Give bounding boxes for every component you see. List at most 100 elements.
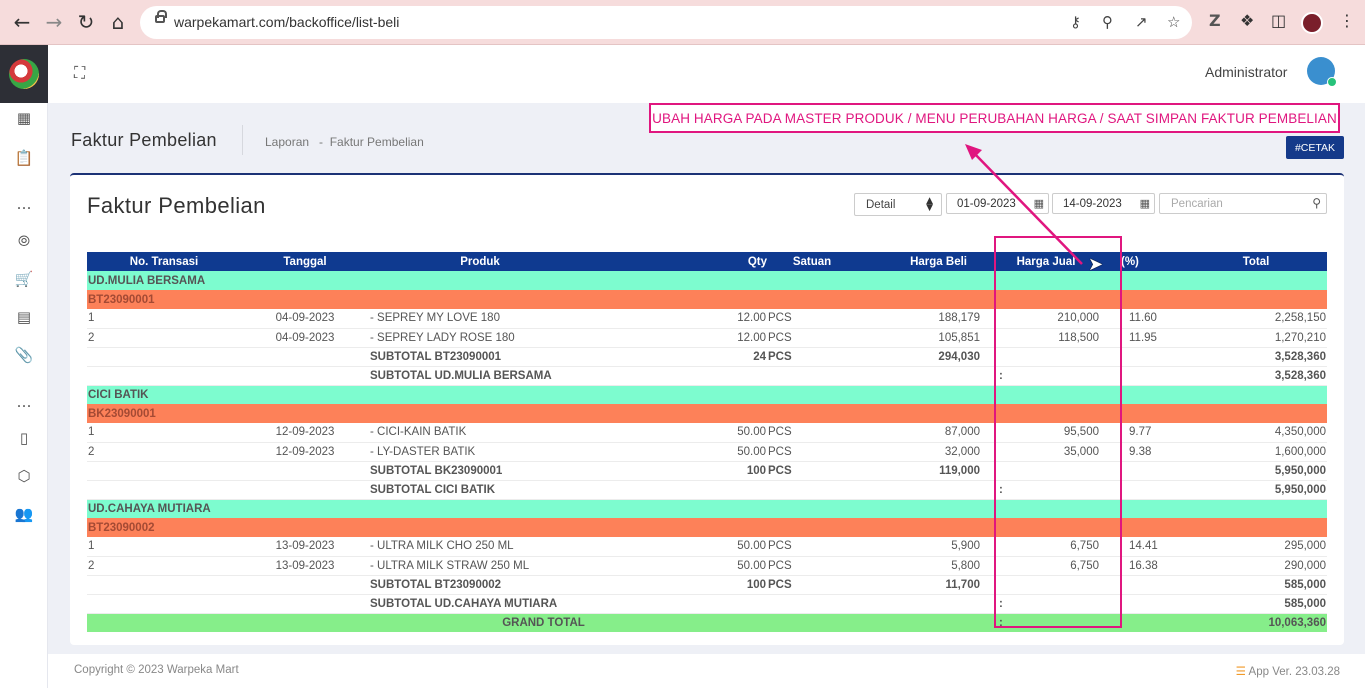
date-from-input[interactable]: 01-09-2023 ▦: [946, 193, 1049, 214]
cell-harga-jual: 95,500: [981, 423, 1111, 443]
search-icon[interactable]: ⚲: [1312, 196, 1321, 210]
back-arrow-icon[interactable]: ←: [11, 10, 33, 34]
z-extension-icon[interactable]: Z: [1209, 11, 1221, 30]
purchase-report-table: No. Transasi Tanggal Produk Qty Satuan H…: [87, 252, 1327, 632]
cell-qty: 50.00: [591, 423, 767, 443]
reload-icon[interactable]: ↻: [75, 10, 97, 34]
cell-qty: 12.00: [591, 328, 767, 348]
annotation-callout: UBAH HARGA PADA MASTER PRODUK / MENU PER…: [649, 103, 1340, 133]
profile-avatar[interactable]: [1301, 12, 1323, 34]
date-to-input[interactable]: 14-09-2023 ▦: [1052, 193, 1155, 214]
users-icon[interactable]: 👥: [12, 505, 36, 523]
select-caret-icon: ▲ ▼: [926, 196, 933, 213]
address-bar[interactable]: warpekamart.com/backoffice/list-beli ⚷ ⚲…: [140, 6, 1192, 39]
grand-total-value: 10,063,360: [1185, 613, 1327, 632]
book-icon[interactable]: ▯: [12, 429, 36, 447]
cell-harga-beli: 5,800: [857, 556, 981, 576]
cell-harga-jual: 210,000: [981, 309, 1111, 329]
paperclip-icon[interactable]: 📎: [12, 346, 36, 364]
app-logo[interactable]: [0, 45, 48, 103]
page-title: Faktur Pembelian: [71, 130, 217, 150]
key-icon[interactable]: ⚷: [1070, 13, 1081, 31]
invoice-subtotal-row: SUBTOTAL BK23090001 100 PCS 119,000 5,95…: [87, 461, 1327, 481]
cell-harga-jual: 118,500: [981, 328, 1111, 348]
url-text: warpekamart.com/backoffice/list-beli: [174, 14, 400, 30]
mouse-cursor-icon: ➤: [1088, 254, 1104, 275]
col-header[interactable]: Satuan: [767, 252, 857, 271]
col-header[interactable]: Harga Beli: [857, 252, 981, 271]
mode-select-value: Detail: [866, 199, 896, 211]
subtotal-total: 5,950,000: [1185, 480, 1327, 500]
bookmark-star-icon[interactable]: ☆: [1167, 13, 1180, 31]
forward-arrow-icon[interactable]: →: [43, 10, 65, 34]
clipboard-icon[interactable]: 📋: [12, 149, 36, 167]
cell-harga-jual: 6,750: [981, 556, 1111, 576]
more-dots-icon: …: [16, 393, 32, 411]
subtotal-qty: 24: [591, 347, 767, 367]
cell-product: - ULTRA MILK CHO 250 ML: [369, 537, 591, 557]
cell-qty: 50.00: [591, 442, 767, 462]
cell-product: - CICI-KAIN BATIK: [369, 423, 591, 443]
cell-date: 12-09-2023: [241, 423, 369, 443]
table-row: 2 13-09-2023 - ULTRA MILK STRAW 250 ML 5…: [87, 556, 1327, 576]
print-button[interactable]: #CETAK: [1286, 136, 1344, 159]
cart-icon[interactable]: 🛒: [12, 270, 36, 288]
fullscreen-icon[interactable]: ⛶: [74, 63, 90, 82]
subtotal-label: SUBTOTAL BK23090001: [369, 461, 591, 481]
subtotal-harga-beli: 11,700: [857, 575, 981, 595]
col-header[interactable]: (%): [1111, 252, 1185, 271]
date-to-value: 14-09-2023: [1063, 198, 1122, 210]
subtotal-colon: :: [981, 366, 1111, 386]
subtotal-unit: PCS: [767, 461, 857, 481]
box-icon[interactable]: ⬡: [12, 467, 36, 485]
cell-percent: 9.38: [1111, 442, 1185, 462]
col-header[interactable]: Total: [1185, 252, 1327, 271]
breadcrumb[interactable]: Laporan - Faktur Pembelian: [265, 135, 424, 149]
browser-menu-icon[interactable]: ⋮: [1339, 11, 1355, 30]
cell-total: 1,600,000: [1185, 442, 1327, 462]
home-icon[interactable]: ⌂: [107, 10, 129, 34]
table-row: 1 13-09-2023 - ULTRA MILK CHO 250 ML 50.…: [87, 537, 1327, 557]
cell-harga-jual: 35,000: [981, 442, 1111, 462]
cell-no: 1: [87, 309, 241, 329]
subtotal-unit: PCS: [767, 347, 857, 367]
share-icon[interactable]: ↗: [1135, 13, 1148, 31]
dashboard-icon[interactable]: ▦: [12, 109, 36, 127]
invoice-number: BT23090001: [87, 290, 1327, 309]
table-row: 2 04-09-2023 - SEPREY LADY ROSE 180 12.0…: [87, 328, 1327, 348]
cell-percent: 11.60: [1111, 309, 1185, 329]
cell-total: 290,000: [1185, 556, 1327, 576]
side-panel-icon[interactable]: ◫: [1271, 11, 1286, 30]
broadcast-icon[interactable]: ⦾: [12, 232, 36, 250]
cell-unit: PCS: [767, 328, 857, 348]
cell-harga-beli: 105,851: [857, 328, 981, 348]
receipt-icon[interactable]: ▤: [12, 308, 36, 326]
cell-total: 2,258,150: [1185, 309, 1327, 329]
col-header[interactable]: No. Transasi: [87, 252, 241, 271]
cell-product: - SEPREY MY LOVE 180: [369, 309, 591, 329]
supplier-name: UD.MULIA BERSAMA: [87, 271, 1327, 290]
zoom-icon[interactable]: ⚲: [1102, 13, 1113, 31]
search-input[interactable]: Pencarian ⚲: [1159, 193, 1327, 214]
lock-icon: [155, 10, 167, 23]
calendar-icon[interactable]: ▦: [1034, 197, 1044, 210]
cell-product: - ULTRA MILK STRAW 250 ML: [369, 556, 591, 576]
footer: Copyright © 2023 Warpeka Mart ☰ App Ver.…: [48, 654, 1365, 688]
user-avatar[interactable]: [1307, 57, 1337, 87]
user-name[interactable]: Administrator: [1205, 64, 1287, 80]
puzzle-extension-icon[interactable]: ❖: [1240, 11, 1254, 30]
table-row: 2 12-09-2023 - LY-DASTER BATIK 50.00 PCS…: [87, 442, 1327, 462]
calendar-icon[interactable]: ▦: [1140, 197, 1150, 210]
cell-harga-beli: 32,000: [857, 442, 981, 462]
mode-select[interactable]: Detail ▲ ▼: [854, 193, 942, 216]
app-topbar: ⛶ Administrator: [48, 45, 1365, 103]
cell-no: 1: [87, 423, 241, 443]
col-header[interactable]: Qty: [591, 252, 767, 271]
cell-unit: PCS: [767, 309, 857, 329]
supplier-subtotal-row: SUBTOTAL UD.MULIA BERSAMA : 3,528,360: [87, 366, 1327, 386]
col-header[interactable]: Produk: [369, 252, 591, 271]
col-header[interactable]: Tanggal: [241, 252, 369, 271]
supplier-name: UD.CAHAYA MUTIARA: [87, 499, 1327, 518]
subtotal-total: 3,528,360: [1185, 347, 1327, 367]
cell-percent: 16.38: [1111, 556, 1185, 576]
